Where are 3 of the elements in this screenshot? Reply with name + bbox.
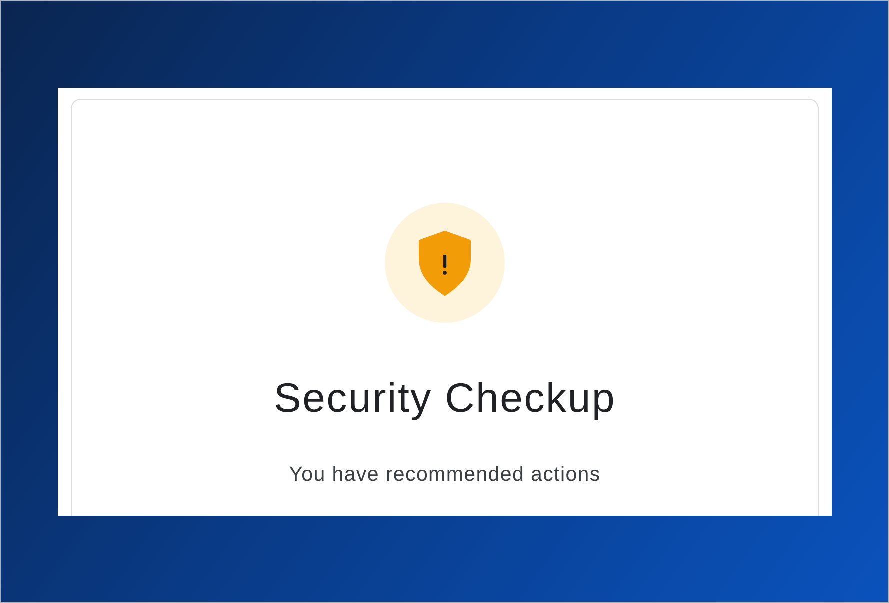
page-title: Security Checkup bbox=[274, 374, 616, 423]
shield-warning-icon bbox=[385, 203, 505, 323]
subtitle-text: You have recommended actions bbox=[289, 462, 601, 488]
